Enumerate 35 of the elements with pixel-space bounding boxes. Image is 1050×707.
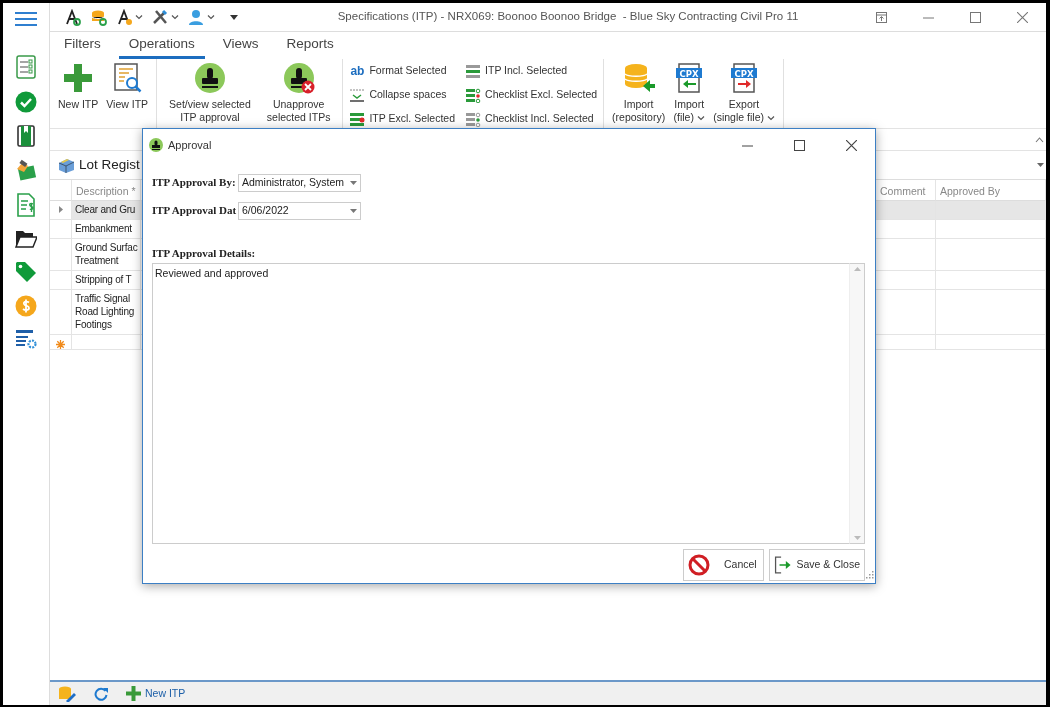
ribbon-button[interactable]: Collapse spaces [349, 87, 456, 103]
ribbon-button[interactable]: Checklist Incl. Selected [465, 111, 598, 127]
ribbon-button[interactable]: CPX Import (file) [671, 62, 708, 123]
field-label: ITP Approval By: [152, 175, 237, 191]
ribbon-button[interactable]: Import (repository) [610, 62, 668, 123]
window-title: Specifications (ITP) - NRX069: Boonoo Boonoo Bridge - Blue Sky Contracting Civil Pro 11 [336, 9, 800, 25]
ribbon-tab[interactable]: Reports [276, 33, 344, 59]
table-cell: Clear and Gru [72, 201, 141, 220]
ribbon-button[interactable]: Set/view selected ITP approval [163, 62, 257, 123]
dropdown-field[interactable]: 6/06/2022 [238, 201, 361, 220]
save-close-button[interactable]: Save & Close [769, 548, 865, 581]
ribbon-button[interactable]: CPX Export (single file) [711, 62, 777, 123]
details-text-area[interactable]: Reviewed and approved [152, 262, 849, 544]
cancel-button[interactable]: Cancel [683, 548, 764, 581]
ribbon-button[interactable]: ab Format Selected [349, 63, 456, 79]
ribbon-button[interactable]: Unapprove selected ITPs [260, 62, 337, 123]
panel-title: Lot Regist [79, 155, 140, 174]
ribbon-tab[interactable]: Views [212, 33, 269, 59]
table-cell: Ground Surfac Treatment [72, 239, 141, 271]
dropdown-field[interactable]: Administrator, System [238, 173, 361, 192]
ribbon-button[interactable]: ITP Excl. Selected [349, 111, 456, 127]
new-itp-button[interactable]: New ITP [126, 685, 186, 702]
table-cell: Stripping of T [72, 271, 141, 290]
table-cell: Traffic Signal Road Lighting Footings [72, 290, 141, 335]
ribbon-tab[interactable]: Operations [118, 33, 205, 59]
ribbon-tab[interactable]: Filters [54, 33, 111, 59]
format-icon: ab [349, 62, 366, 80]
field-label: ITP Approval Details: [152, 246, 257, 261]
table-cell: Embankment [72, 220, 141, 239]
ribbon-button[interactable]: View ITP [104, 62, 151, 111]
ribbon-button[interactable]: New ITP [56, 62, 101, 111]
ribbon-button[interactable]: ITP Incl. Selected [465, 63, 598, 79]
ribbon-button[interactable]: Checklist Excl. Selected [465, 87, 598, 103]
field-label: ITP Approval Dat [152, 203, 238, 219]
dialog-title: Approval [168, 137, 213, 153]
